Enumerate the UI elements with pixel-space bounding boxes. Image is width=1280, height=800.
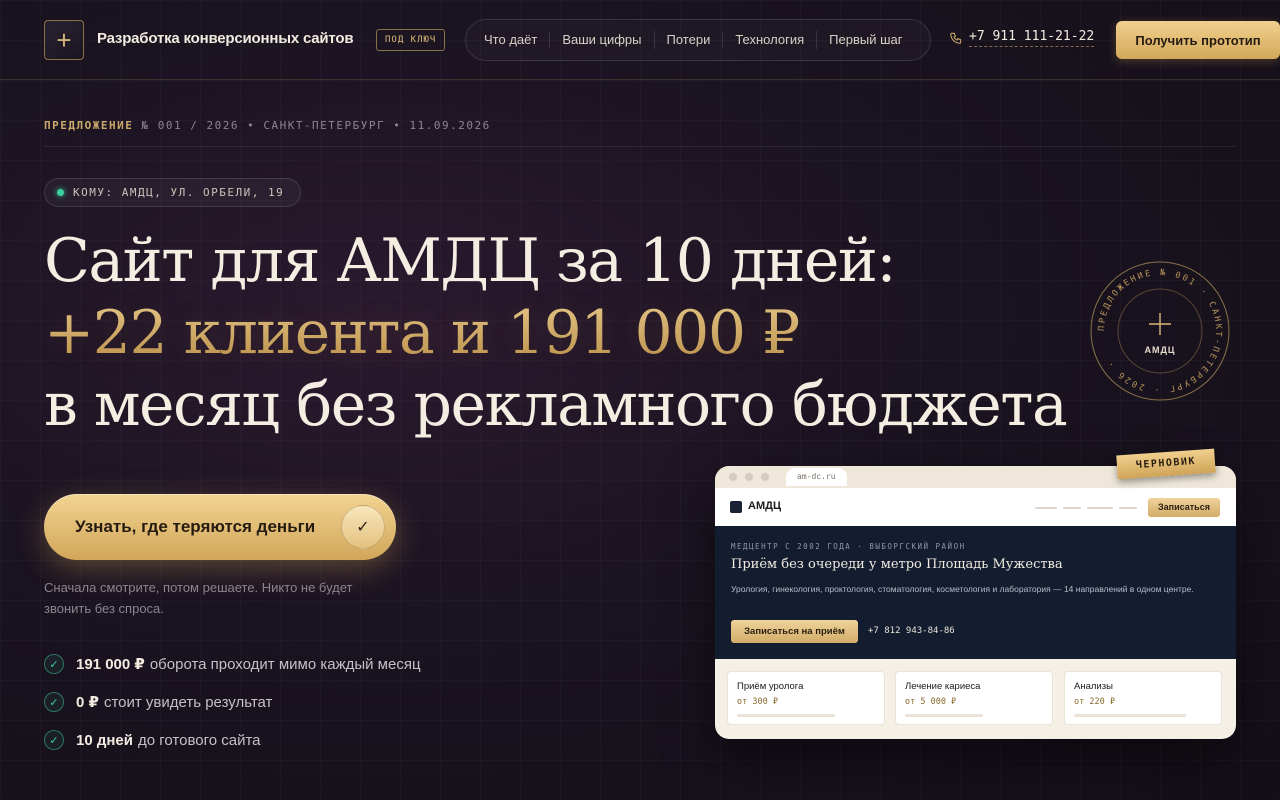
mock-logo-icon xyxy=(730,501,742,513)
mock-nav-placeholder xyxy=(1119,507,1137,509)
mock-title: Приём без очереди у метро Площадь Мужест… xyxy=(731,557,1063,572)
mock-description: Урология, гинекология, проктология, стом… xyxy=(731,584,1194,594)
hero-headline: Сайт для АМДЦ за 10 дней: +22 клиента и … xyxy=(44,225,1068,441)
benefit-text: до готового сайта xyxy=(138,731,261,749)
nav-item-losses[interactable]: Потери xyxy=(655,31,724,49)
check-icon: ✓ xyxy=(44,730,64,750)
mock-card-price: от 5 000 ₽ xyxy=(905,697,957,707)
list-item: ✓ 0 ₽ стоит увидеть результат xyxy=(44,683,421,721)
meta-label: ПРЕДЛОЖЕНИЕ xyxy=(44,119,134,132)
mock-card-title: Анализы xyxy=(1074,681,1113,692)
mock-logo: АМДЦ xyxy=(748,500,781,512)
check-icon: ✓ xyxy=(44,692,64,712)
cta-note: Сначала смотрите, потом решаете. Никто н… xyxy=(44,580,353,616)
mock-phone: +7 812 943-84-86 xyxy=(868,626,955,636)
nav-item-numbers[interactable]: Ваши цифры xyxy=(550,31,655,49)
nav-item-what[interactable]: Что даёт xyxy=(472,31,551,49)
proposal-meta: ПРЕДЛОЖЕНИЕ № 001 / 2026 • САНКТ-ПЕТЕРБУ… xyxy=(44,119,1236,147)
prototype-preview: am-dc.ru АМДЦ Записаться МЕДЦЕНТР С 2002… xyxy=(715,466,1236,739)
meta-details: № 001 / 2026 • САНКТ-ПЕТЕРБУРГ • 11.09.2… xyxy=(141,119,491,132)
phone-icon xyxy=(950,32,962,44)
mock-nav-placeholder xyxy=(1063,507,1081,509)
stamp-center: АМДЦ xyxy=(1145,345,1176,355)
benefits-list: ✓ 191 000 ₽ оборота проходит мимо каждый… xyxy=(44,645,421,759)
get-prototype-button[interactable]: Получить прототип xyxy=(1116,21,1280,59)
mock-service-card: Приём уролога от 300 ₽ xyxy=(727,671,885,725)
mock-cta-button: Записаться на приём xyxy=(731,620,858,643)
find-losses-label: Узнать, где теряются деньги xyxy=(75,517,316,536)
mock-navbar: АМДЦ Записаться xyxy=(715,488,1236,526)
mock-card-price: от 300 ₽ xyxy=(737,697,778,707)
stamp-plus-icon xyxy=(1149,313,1171,335)
nav-item-tech[interactable]: Технология xyxy=(723,31,818,49)
brand-badge: ПОД КЛЮЧ xyxy=(376,29,446,51)
benefit-text: оборота проходит мимо каждый месяц xyxy=(149,655,421,673)
mock-book-button: Записаться xyxy=(1148,498,1220,517)
mock-service-card: Анализы от 220 ₽ xyxy=(1064,671,1222,725)
list-item: ✓ 10 дней до готового сайта xyxy=(44,721,421,759)
nav-item-first-step[interactable]: Первый шаг xyxy=(817,31,914,49)
mock-nav-placeholder xyxy=(1035,507,1057,509)
window-dot-icon xyxy=(729,473,737,481)
headline-line-2: +22 клиента и 191 000 ₽ xyxy=(44,297,1066,369)
mock-card-placeholder xyxy=(737,714,835,717)
recipient-pill: КОМУ: АМДЦ, УЛ. ОРБЕЛИ, 19 xyxy=(44,178,302,207)
phone-number[interactable]: +7 911 111-21-22 xyxy=(969,29,1095,47)
headline-line-3: в месяц без рекламного бюджета xyxy=(44,370,1068,440)
site-header: + Разработка конверсионных сайтов ПОД КЛ… xyxy=(0,0,1280,80)
headline-line-1: Сайт для АМДЦ за 10 дней: xyxy=(44,226,897,296)
window-dot-icon xyxy=(745,473,753,481)
main-nav: Что даёт Ваши цифры Потери Технология Пе… xyxy=(465,19,931,61)
window-dot-icon xyxy=(761,473,769,481)
browser-url: am-dc.ru xyxy=(786,468,847,486)
mock-hero: МЕДЦЕНТР С 2002 ГОДА · ВЫБОРГСКИЙ РАЙОН … xyxy=(715,526,1236,659)
mock-card-placeholder xyxy=(1074,714,1186,717)
check-icon: ✓ xyxy=(341,505,385,549)
mock-card-title: Лечение кариеса xyxy=(905,681,981,692)
mock-nav-placeholder xyxy=(1087,507,1113,509)
benefit-value: 191 000 ₽ xyxy=(76,656,145,673)
check-icon: ✓ xyxy=(44,654,64,674)
mock-service-card: Лечение кариеса от 5 000 ₽ xyxy=(895,671,1053,725)
recipient-text: КОМУ: АМДЦ, УЛ. ОРБЕЛИ, 19 xyxy=(73,186,285,199)
header-phone[interactable]: +7 911 111-21-22 xyxy=(949,29,1095,47)
benefit-text: стоит увидеть результат xyxy=(103,693,273,711)
status-dot-icon xyxy=(57,189,64,196)
mock-card-placeholder xyxy=(905,714,983,717)
list-item: ✓ 191 000 ₽ оборота проходит мимо каждый… xyxy=(44,645,421,683)
mock-eyebrow: МЕДЦЕНТР С 2002 ГОДА · ВЫБОРГСКИЙ РАЙОН xyxy=(731,542,966,551)
benefit-value: 0 ₽ xyxy=(76,694,99,711)
find-losses-button[interactable]: Узнать, где теряются деньги ✓ xyxy=(44,494,396,560)
benefit-value: 10 дней xyxy=(76,731,133,749)
mock-card-title: Приём уролога xyxy=(737,681,804,692)
brand-name[interactable]: Разработка конверсионных сайтов xyxy=(97,30,354,47)
mock-card-price: от 220 ₽ xyxy=(1074,697,1115,707)
proposal-stamp: ПРЕДЛОЖЕНИЕ № 001 · САНКТ-ПЕТЕРБУРГ · 20… xyxy=(1090,261,1230,401)
logo-plus-icon[interactable]: + xyxy=(44,20,84,60)
